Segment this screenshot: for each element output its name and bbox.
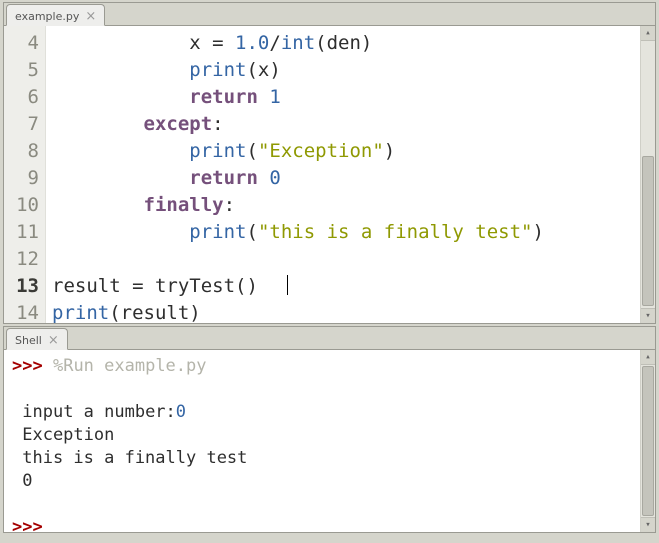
code-line: result = tryTest() [52,273,640,300]
editor-tab[interactable]: example.py × [6,4,105,26]
code-line: print(x) [52,57,640,84]
shell-line: input a number:0 [12,401,636,424]
code-line: finally: [52,192,640,219]
shell-line: >>> %Run example.py [12,355,636,378]
text-cursor [287,275,288,295]
shell-line: 0 [12,470,636,493]
shell-tab[interactable]: Shell × [6,328,68,350]
scroll-down-icon[interactable]: ▾ [641,517,655,532]
scroll-up-icon[interactable]: ▴ [641,26,655,41]
shell-line [12,378,636,401]
code-line: print("Exception") [52,138,640,165]
editor-content: 4 5 6 7 8 9 10 11 12 13 14 x = 1.0/int(d… [4,26,655,323]
editor-panel: example.py × 4 5 6 7 8 9 10 11 12 13 14 … [3,2,656,324]
editor-tab-label: example.py [15,10,79,23]
shell-tabbar: Shell × [4,327,655,350]
code-line: return 0 [52,165,640,192]
shell-line: Exception [12,424,636,447]
editor-tabbar: example.py × [4,3,655,26]
close-icon[interactable]: × [85,10,96,23]
line-number-gutter: 4 5 6 7 8 9 10 11 12 13 14 [4,26,46,323]
code-line [52,246,640,273]
shell-line [12,493,636,516]
editor-scrollbar[interactable]: ▴ ▾ [640,26,655,323]
shell-output[interactable]: >>> %Run example.py input a number:0 Exc… [4,350,640,532]
code-line: print(result) [52,300,640,323]
shell-panel: Shell × >>> %Run example.py input a numb… [3,326,656,533]
shell-line: >>> [12,516,636,532]
code-line: except: [52,111,640,138]
scroll-thumb[interactable] [642,156,654,306]
scroll-up-icon[interactable]: ▴ [641,350,655,365]
shell-body: >>> %Run example.py input a number:0 Exc… [4,350,655,532]
code-line: return 1 [52,84,640,111]
shell-tab-label: Shell [15,334,42,347]
scroll-down-icon[interactable]: ▾ [641,308,655,323]
code-line: x = 1.0/int(den) [52,30,640,57]
code-line: print("this is a finally test") [52,219,640,246]
scroll-thumb[interactable] [642,366,654,516]
close-icon[interactable]: × [48,334,59,347]
shell-line: this is a finally test [12,447,636,470]
code-area[interactable]: x = 1.0/int(den) print(x) return 1 excep… [46,26,640,323]
shell-scrollbar[interactable]: ▴ ▾ [640,350,655,532]
